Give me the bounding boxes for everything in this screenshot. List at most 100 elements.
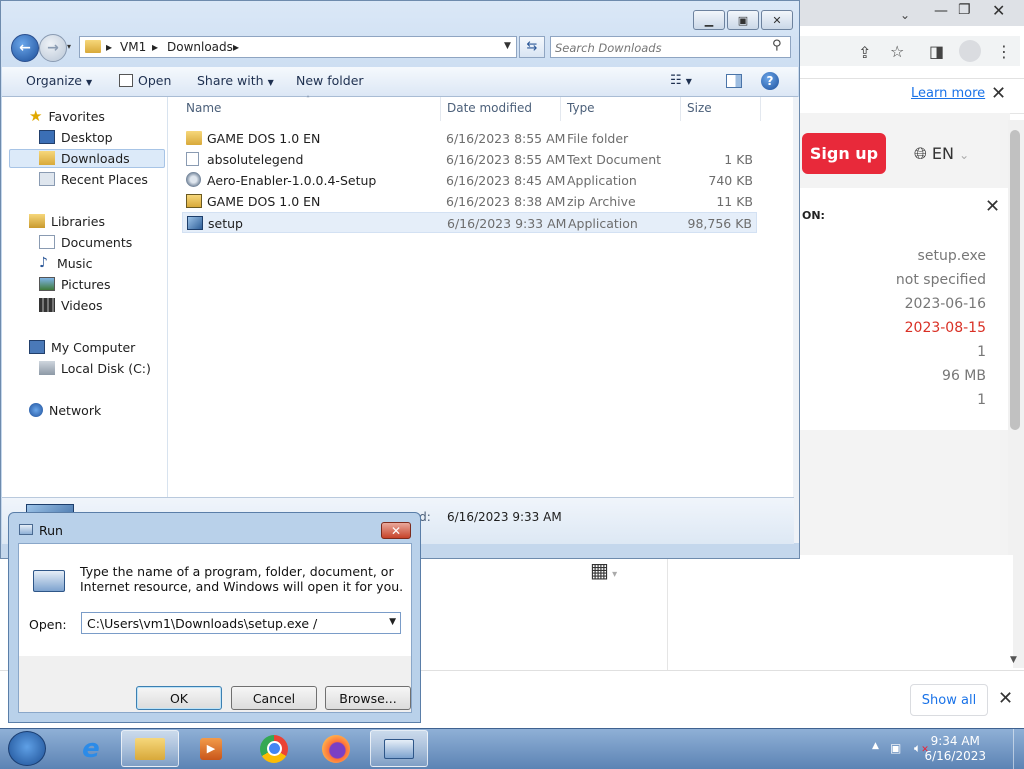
download-bar-close-icon[interactable]: ✕ [998,688,1013,709]
language-selector[interactable]: 🌐︎ EN ⌄ [914,144,969,164]
language-label: EN [931,144,954,163]
star-icon[interactable]: ☆ [890,42,904,61]
column-header-date[interactable]: Date modified [447,101,532,115]
learn-more-link[interactable]: Learn more [911,86,985,101]
open-button[interactable]: Open [138,73,171,88]
back-button[interactable]: ← [11,34,39,62]
browse-button[interactable]: Browse... [325,686,411,710]
nav-pictures[interactable]: Pictures [39,274,111,294]
address-dropdown-icon[interactable]: ▼ [504,41,511,51]
column-header-name[interactable]: Name [186,101,221,115]
explorer-window: ▁ ▣ ✕ ← → ▾ ▸ VM1 ▸ Downloads ▸ ▼ ⇆ ⚲ Or… [0,0,800,559]
restore-icon[interactable]: ❐ [958,2,971,18]
close-icon[interactable]: ✕ [992,1,1005,20]
nav-my-computer[interactable]: My Computer [29,337,135,357]
share-icon[interactable]: ⇪ [858,43,871,62]
taskbar-chrome[interactable] [245,730,303,767]
file-type: Application [568,216,638,231]
info-close-icon[interactable]: ✕ [991,83,1006,104]
new-folder-button[interactable]: New folder [296,73,364,88]
table-row-selected[interactable]: setup 6/16/2023 9:33 AM Application 98,7… [182,212,757,233]
desktop-icon [39,130,55,144]
breadcrumb-arrow-icon[interactable]: ▸ [106,40,112,54]
table-row[interactable]: GAME DOS 1.0 EN 6/16/2023 8:55 AM File f… [182,128,757,149]
table-row[interactable]: GAME DOS 1.0 EN 6/16/2023 8:38 AM zip Ar… [182,191,757,212]
taskbar-explorer[interactable] [121,730,179,767]
show-desktop-button[interactable] [1013,729,1024,769]
show-hidden-icons[interactable]: ▲ [872,741,879,751]
breadcrumb-downloads[interactable]: Downloads [167,40,233,54]
breadcrumb-arrow-icon[interactable]: ▸ [233,40,239,54]
file-name: Aero-Enabler-1.0.0.4-Setup [207,173,377,188]
internet-explorer-icon: e [82,733,100,764]
search-input[interactable] [553,38,767,58]
menu-icon[interactable]: ⋮ [996,42,1012,61]
nav-label: Favorites [48,108,105,124]
table-row[interactable]: absolutelegend 6/16/2023 8:55 AM Text Do… [182,149,757,170]
column-divider[interactable] [760,97,761,121]
start-button[interactable] [8,731,46,766]
signup-button[interactable]: Sign up [802,133,886,174]
grid-icon[interactable]: ▦ ▾ [590,558,617,582]
file-type: Application [567,173,637,188]
clock-date: 6/16/2023 [924,749,986,763]
clock[interactable]: 9:34 AM 6/16/2023 [924,734,986,764]
card-value-expiry: 2023-08-15 [904,320,986,336]
sidebar-icon[interactable]: ◨ [929,42,944,61]
nav-music[interactable]: ♪ Music [39,253,93,273]
nav-recent-places[interactable]: Recent Places [39,169,148,189]
taskbar-firefox[interactable] [307,730,365,767]
nav-videos[interactable]: Videos [39,295,103,315]
refresh-button[interactable]: ⇆ [519,36,545,58]
column-header-type[interactable]: Type [567,101,595,115]
table-row[interactable]: Aero-Enabler-1.0.0.4-Setup 6/16/2023 8:4… [182,170,757,191]
help-icon[interactable]: ? [761,72,779,90]
nav-downloads[interactable]: Downloads [39,148,130,168]
run-command-combobox[interactable]: C:\Users\vm1\Downloads\setup.exe / ▼ [81,612,401,634]
column-divider[interactable] [560,97,561,121]
organize-menu[interactable]: Organize ▼ [26,73,92,88]
nav-documents[interactable]: Documents [39,232,132,252]
forward-button[interactable]: → [39,34,67,62]
search-box[interactable]: ⚲ [550,36,791,58]
chevron-down-icon[interactable]: ⌄ [900,8,910,22]
column-divider[interactable] [680,97,681,121]
file-list-scrollbar[interactable] [793,97,799,543]
libraries-icon [29,214,45,228]
nav-desktop[interactable]: Desktop [39,127,113,147]
minimize-icon[interactable]: — [934,3,948,19]
card-close-icon[interactable]: ✕ [985,196,1000,217]
profile-avatar[interactable] [959,40,981,62]
network-tray-icon[interactable]: ▣ [890,741,901,755]
preview-pane-icon[interactable] [726,74,742,88]
maximize-button[interactable]: ▣ [727,10,759,30]
recent-pages-chevron-icon[interactable]: ▾ [67,42,71,51]
view-options-icon[interactable]: ☷ ▼ [670,73,692,88]
close-button[interactable]: ✕ [761,10,793,30]
nav-favorites[interactable]: ★ Favorites [29,106,105,126]
file-name: GAME DOS 1.0 EN [207,131,321,146]
run-command-input[interactable]: C:\Users\vm1\Downloads\setup.exe / [87,616,317,631]
taskbar-internet-explorer[interactable]: e [62,730,120,767]
scrollbar-thumb[interactable] [1010,130,1020,430]
close-button[interactable]: ✕ [381,522,411,539]
share-with-menu[interactable]: Share with ▼ [197,73,274,88]
taskbar-run[interactable] [370,730,428,767]
show-all-button[interactable]: Show all [910,684,988,716]
nav-libraries[interactable]: Libraries [29,211,105,231]
column-divider[interactable] [440,97,441,121]
scroll-down-icon[interactable]: ▼ [1010,655,1017,665]
search-icon[interactable]: ⚲ [772,38,782,53]
ok-button[interactable]: OK [136,686,222,710]
breadcrumb-arrow-icon[interactable]: ▸ [152,40,158,54]
column-header-size[interactable]: Size [687,101,712,115]
taskbar-media-player[interactable]: ▶ [182,730,240,767]
address-bar[interactable]: ▸ VM1 ▸ Downloads ▸ ▼ [79,36,517,58]
minimize-button[interactable]: ▁ [693,10,725,30]
file-date: 6/16/2023 8:45 AM [446,173,566,188]
cancel-button[interactable]: Cancel [231,686,317,710]
nav-local-disk[interactable]: Local Disk (C:) [39,358,151,378]
dropdown-arrow-icon[interactable]: ▼ [389,617,396,627]
breadcrumb-vm1[interactable]: VM1 [120,40,146,54]
nav-network[interactable]: Network [29,400,101,420]
